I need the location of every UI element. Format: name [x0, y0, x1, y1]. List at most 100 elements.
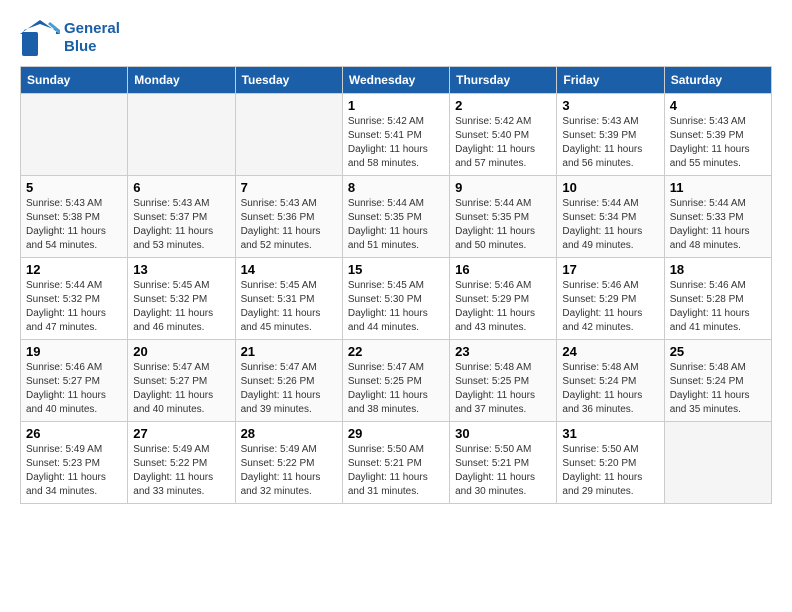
day-detail: Sunrise: 5:47 AMSunset: 5:26 PMDaylight:… — [241, 361, 337, 417]
day-detail: Sunrise: 5:46 AMSunset: 5:27 PMDaylight:… — [26, 361, 122, 417]
calendar-cell: 14 Sunrise: 5:45 AMSunset: 5:31 PMDayligh… — [235, 258, 342, 340]
calendar-cell: 22 Sunrise: 5:47 AMSunset: 5:25 PMDayligh… — [342, 340, 449, 422]
day-number: 26 — [26, 426, 122, 441]
day-detail: Sunrise: 5:48 AMSunset: 5:25 PMDaylight:… — [455, 361, 551, 417]
day-number: 30 — [455, 426, 551, 441]
day-number: 21 — [241, 344, 337, 359]
day-detail: Sunrise: 5:47 AMSunset: 5:25 PMDaylight:… — [348, 361, 444, 417]
day-number: 1 — [348, 98, 444, 113]
day-number: 20 — [133, 344, 229, 359]
day-number: 6 — [133, 180, 229, 195]
day-number: 17 — [562, 262, 658, 277]
day-detail: Sunrise: 5:46 AMSunset: 5:28 PMDaylight:… — [670, 279, 766, 335]
calendar-cell: 6 Sunrise: 5:43 AMSunset: 5:37 PMDaylight… — [128, 176, 235, 258]
calendar-cell — [21, 94, 128, 176]
calendar-cell: 15 Sunrise: 5:45 AMSunset: 5:30 PMDayligh… — [342, 258, 449, 340]
day-number: 2 — [455, 98, 551, 113]
day-detail: Sunrise: 5:48 AMSunset: 5:24 PMDaylight:… — [670, 361, 766, 417]
day-detail: Sunrise: 5:44 AMSunset: 5:33 PMDaylight:… — [670, 197, 766, 253]
calendar-cell: 24Sunrise: 5:48 AMSunset: 5:24 PMDayligh… — [557, 340, 664, 422]
calendar-week-3: 12Sunrise: 5:44 AMSunset: 5:32 PMDayligh… — [21, 258, 772, 340]
day-detail: Sunrise: 5:45 AMSunset: 5:31 PMDaylight:… — [241, 279, 337, 335]
weekday-header-thursday: Thursday — [450, 67, 557, 94]
calendar-cell: 3Sunrise: 5:43 AMSunset: 5:39 PMDaylight… — [557, 94, 664, 176]
day-number: 23 — [455, 344, 551, 359]
day-detail: Sunrise: 5:44 AMSunset: 5:34 PMDaylight:… — [562, 197, 658, 253]
calendar-week-2: 5Sunrise: 5:43 AMSunset: 5:38 PMDaylight… — [21, 176, 772, 258]
day-detail: Sunrise: 5:50 AMSunset: 5:21 PMDaylight:… — [348, 443, 444, 499]
weekday-header-saturday: Saturday — [664, 67, 771, 94]
calendar-cell: 21 Sunrise: 5:47 AMSunset: 5:26 PMDayligh… — [235, 340, 342, 422]
calendar-cell: 7 Sunrise: 5:43 AMSunset: 5:36 PMDaylight… — [235, 176, 342, 258]
calendar-cell: 20Sunrise: 5:47 AMSunset: 5:27 PMDayligh… — [128, 340, 235, 422]
day-detail: Sunrise: 5:45 AMSunset: 5:32 PMDaylight:… — [133, 279, 229, 335]
day-detail: Sunrise: 5:46 AMSunset: 5:29 PMDaylight:… — [562, 279, 658, 335]
day-number: 8 — [348, 180, 444, 195]
day-detail: Sunrise: 5:43 AMSunset: 5:36 PMDaylight:… — [241, 197, 337, 253]
day-detail: Sunrise: 5:45 AMSunset: 5:30 PMDaylight:… — [348, 279, 444, 335]
calendar-body: 1 Sunrise: 5:42 AMSunset: 5:41 PMDaylight… — [21, 94, 772, 504]
calendar-cell: 10 Sunrise: 5:44 AMSunset: 5:34 PMDayligh… — [557, 176, 664, 258]
calendar-cell: 8 Sunrise: 5:44 AMSunset: 5:35 PMDaylight… — [342, 176, 449, 258]
header: GeneralBlue — [20, 20, 772, 56]
day-number: 25 — [670, 344, 766, 359]
calendar-cell: 12Sunrise: 5:44 AMSunset: 5:32 PMDayligh… — [21, 258, 128, 340]
day-number: 10 — [562, 180, 658, 195]
day-detail: Sunrise: 5:44 AMSunset: 5:32 PMDaylight:… — [26, 279, 122, 335]
day-detail: Sunrise: 5:48 AMSunset: 5:24 PMDaylight:… — [562, 361, 658, 417]
day-number: 16 — [455, 262, 551, 277]
weekday-header-wednesday: Wednesday — [342, 67, 449, 94]
day-number: 19 — [26, 344, 122, 359]
day-detail: Sunrise: 5:46 AMSunset: 5:29 PMDaylight:… — [455, 279, 551, 335]
weekday-header-friday: Friday — [557, 67, 664, 94]
day-detail: Sunrise: 5:43 AMSunset: 5:37 PMDaylight:… — [133, 197, 229, 253]
calendar-cell: 27Sunrise: 5:49 AMSunset: 5:22 PMDayligh… — [128, 422, 235, 504]
weekday-header-tuesday: Tuesday — [235, 67, 342, 94]
calendar-cell: 18Sunrise: 5:46 AMSunset: 5:28 PMDayligh… — [664, 258, 771, 340]
weekday-header-monday: Monday — [128, 67, 235, 94]
calendar-cell: 28Sunrise: 5:49 AMSunset: 5:22 PMDayligh… — [235, 422, 342, 504]
day-number: 11 — [670, 180, 766, 195]
day-detail: Sunrise: 5:49 AMSunset: 5:23 PMDaylight:… — [26, 443, 122, 499]
weekday-row: SundayMondayTuesdayWednesdayThursdayFrid… — [21, 67, 772, 94]
day-detail: Sunrise: 5:42 AMSunset: 5:41 PMDaylight:… — [348, 115, 444, 171]
day-number: 3 — [562, 98, 658, 113]
calendar-cell: 16 Sunrise: 5:46 AMSunset: 5:29 PMDayligh… — [450, 258, 557, 340]
day-number: 15 — [348, 262, 444, 277]
calendar-cell: 13 Sunrise: 5:45 AMSunset: 5:32 PMDayligh… — [128, 258, 235, 340]
day-number: 5 — [26, 180, 122, 195]
calendar-cell — [235, 94, 342, 176]
calendar-week-1: 1 Sunrise: 5:42 AMSunset: 5:41 PMDaylight… — [21, 94, 772, 176]
calendar-week-4: 19 Sunrise: 5:46 AMSunset: 5:27 PMDayligh… — [21, 340, 772, 422]
day-number: 29 — [348, 426, 444, 441]
day-number: 7 — [241, 180, 337, 195]
calendar-cell — [128, 94, 235, 176]
calendar-cell: 25 Sunrise: 5:48 AMSunset: 5:24 PMDayligh… — [664, 340, 771, 422]
day-number: 27 — [133, 426, 229, 441]
calendar-cell: 26 Sunrise: 5:49 AMSunset: 5:23 PMDayligh… — [21, 422, 128, 504]
calendar-header: SundayMondayTuesdayWednesdayThursdayFrid… — [21, 67, 772, 94]
day-number: 22 — [348, 344, 444, 359]
calendar-cell: 5Sunrise: 5:43 AMSunset: 5:38 PMDaylight… — [21, 176, 128, 258]
calendar-cell: 19 Sunrise: 5:46 AMSunset: 5:27 PMDayligh… — [21, 340, 128, 422]
calendar-cell: 1 Sunrise: 5:42 AMSunset: 5:41 PMDaylight… — [342, 94, 449, 176]
day-number: 31 — [562, 426, 658, 441]
calendar-cell: 29 Sunrise: 5:50 AMSunset: 5:21 PMDayligh… — [342, 422, 449, 504]
day-number: 13 — [133, 262, 229, 277]
day-detail: Sunrise: 5:43 AMSunset: 5:39 PMDaylight:… — [670, 115, 766, 171]
day-detail: Sunrise: 5:44 AMSunset: 5:35 PMDaylight:… — [455, 197, 551, 253]
calendar-cell — [664, 422, 771, 504]
logo-icon — [20, 20, 60, 56]
page-container: GeneralBlue SundayMondayTuesdayWednesday… — [20, 20, 772, 504]
weekday-header-sunday: Sunday — [21, 67, 128, 94]
day-detail: Sunrise: 5:50 AMSunset: 5:21 PMDaylight:… — [455, 443, 551, 499]
calendar-cell: 23 Sunrise: 5:48 AMSunset: 5:25 PMDayligh… — [450, 340, 557, 422]
calendar-week-5: 26 Sunrise: 5:49 AMSunset: 5:23 PMDayligh… — [21, 422, 772, 504]
day-detail: Sunrise: 5:42 AMSunset: 5:40 PMDaylight:… — [455, 115, 551, 171]
day-number: 9 — [455, 180, 551, 195]
calendar-cell: 9 Sunrise: 5:44 AMSunset: 5:35 PMDaylight… — [450, 176, 557, 258]
day-detail: Sunrise: 5:50 AMSunset: 5:20 PMDaylight:… — [562, 443, 658, 499]
day-number: 14 — [241, 262, 337, 277]
day-detail: Sunrise: 5:44 AMSunset: 5:35 PMDaylight:… — [348, 197, 444, 253]
calendar-cell: 30 Sunrise: 5:50 AMSunset: 5:21 PMDayligh… — [450, 422, 557, 504]
